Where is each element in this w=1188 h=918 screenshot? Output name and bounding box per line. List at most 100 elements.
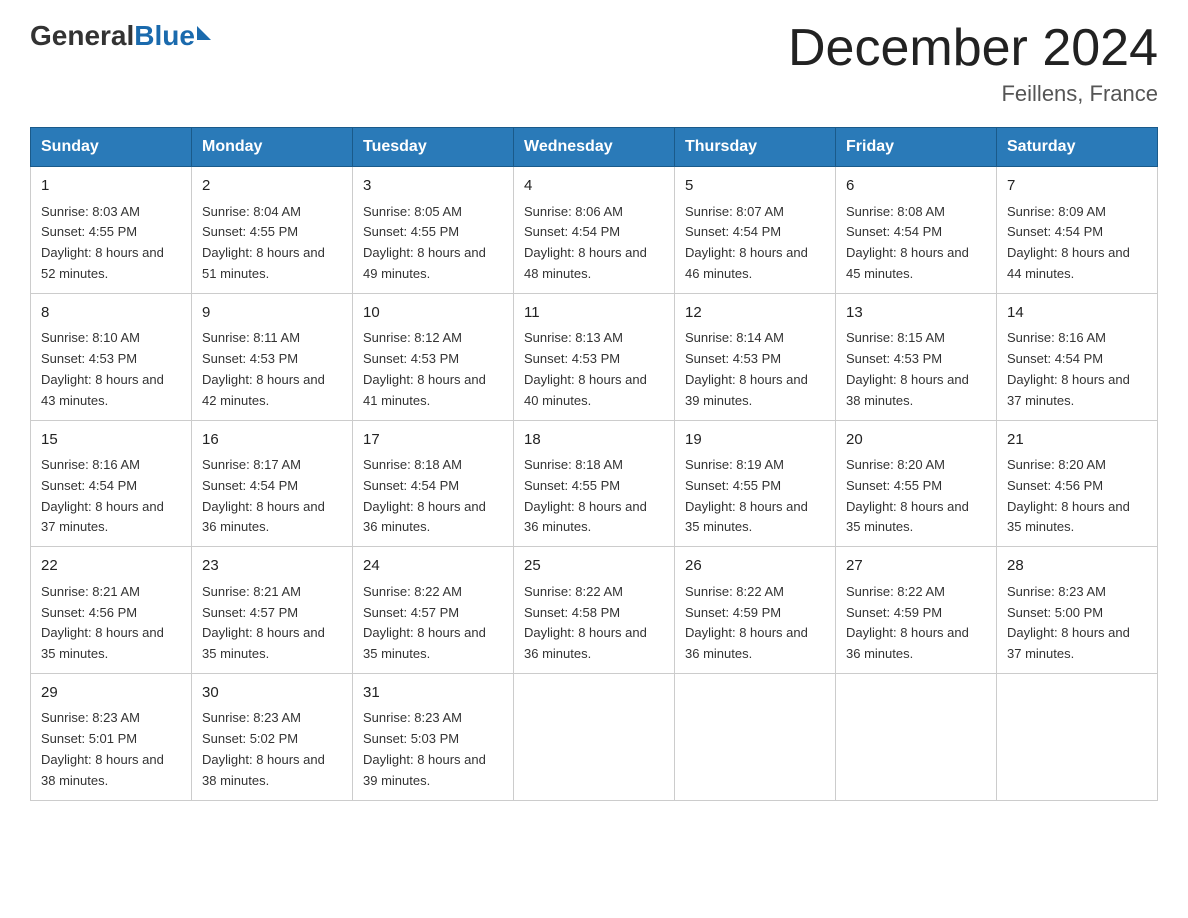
day-info: Sunrise: 8:17 AMSunset: 4:54 PMDaylight:… <box>202 455 342 538</box>
calendar-header: Sunday Monday Tuesday Wednesday Thursday… <box>31 128 1158 167</box>
calendar-week-row: 8 Sunrise: 8:10 AMSunset: 4:53 PMDaylight… <box>31 293 1158 420</box>
calendar-day-cell: 18 Sunrise: 8:18 AMSunset: 4:55 PMDayligh… <box>514 420 675 547</box>
calendar-day-cell: 24 Sunrise: 8:22 AMSunset: 4:57 PMDayligh… <box>353 547 514 674</box>
day-info: Sunrise: 8:16 AMSunset: 4:54 PMDaylight:… <box>41 455 181 538</box>
day-number: 17 <box>363 429 503 452</box>
calendar-table: Sunday Monday Tuesday Wednesday Thursday… <box>30 127 1158 800</box>
day-info: Sunrise: 8:08 AMSunset: 4:54 PMDaylight:… <box>846 202 986 285</box>
calendar-day-cell: 7 Sunrise: 8:09 AMSunset: 4:54 PMDaylight… <box>997 167 1158 294</box>
day-info: Sunrise: 8:03 AMSunset: 4:55 PMDaylight:… <box>41 202 181 285</box>
calendar-day-cell: 20 Sunrise: 8:20 AMSunset: 4:55 PMDayligh… <box>836 420 997 547</box>
calendar-day-cell: 9 Sunrise: 8:11 AMSunset: 4:53 PMDaylight… <box>192 293 353 420</box>
calendar-day-cell: 6 Sunrise: 8:08 AMSunset: 4:54 PMDaylight… <box>836 167 997 294</box>
day-info: Sunrise: 8:22 AMSunset: 4:59 PMDaylight:… <box>846 582 986 665</box>
day-number: 9 <box>202 302 342 325</box>
day-number: 27 <box>846 555 986 578</box>
calendar-day-cell: 22 Sunrise: 8:21 AMSunset: 4:56 PMDayligh… <box>31 547 192 674</box>
title-section: December 2024 Feillens, France <box>788 20 1158 107</box>
day-info: Sunrise: 8:19 AMSunset: 4:55 PMDaylight:… <box>685 455 825 538</box>
logo: General Blue <box>30 20 211 52</box>
logo-triangle-icon <box>197 26 211 40</box>
calendar-body: 1Sunrise: 8:03 AMSunset: 4:55 PMDaylight… <box>31 167 1158 800</box>
day-number: 22 <box>41 555 181 578</box>
calendar-week-row: 22 Sunrise: 8:21 AMSunset: 4:56 PMDayligh… <box>31 547 1158 674</box>
logo-general-text: General <box>30 20 134 52</box>
header-wednesday: Wednesday <box>514 128 675 167</box>
calendar-day-cell: 10Sunrise: 8:12 AMSunset: 4:53 PMDayligh… <box>353 293 514 420</box>
day-number: 31 <box>363 682 503 705</box>
calendar-day-cell <box>514 673 675 800</box>
header-monday: Monday <box>192 128 353 167</box>
day-info: Sunrise: 8:23 AMSunset: 5:02 PMDaylight:… <box>202 708 342 791</box>
day-info: Sunrise: 8:10 AMSunset: 4:53 PMDaylight:… <box>41 328 181 411</box>
location-label: Feillens, France <box>788 81 1158 107</box>
day-info: Sunrise: 8:21 AMSunset: 4:57 PMDaylight:… <box>202 582 342 665</box>
day-number: 6 <box>846 175 986 198</box>
header-thursday: Thursday <box>675 128 836 167</box>
day-info: Sunrise: 8:22 AMSunset: 4:58 PMDaylight:… <box>524 582 664 665</box>
header-friday: Friday <box>836 128 997 167</box>
day-number: 3 <box>363 175 503 198</box>
calendar-day-cell: 27 Sunrise: 8:22 AMSunset: 4:59 PMDayligh… <box>836 547 997 674</box>
day-info: Sunrise: 8:18 AMSunset: 4:54 PMDaylight:… <box>363 455 503 538</box>
calendar-week-row: 15 Sunrise: 8:16 AMSunset: 4:54 PMDayligh… <box>31 420 1158 547</box>
day-number: 21 <box>1007 429 1147 452</box>
day-number: 29 <box>41 682 181 705</box>
calendar-day-cell: 26Sunrise: 8:22 AMSunset: 4:59 PMDayligh… <box>675 547 836 674</box>
day-number: 30 <box>202 682 342 705</box>
calendar-day-cell: 31Sunrise: 8:23 AMSunset: 5:03 PMDayligh… <box>353 673 514 800</box>
calendar-day-cell: 3 Sunrise: 8:05 AMSunset: 4:55 PMDaylight… <box>353 167 514 294</box>
calendar-day-cell: 28Sunrise: 8:23 AMSunset: 5:00 PMDayligh… <box>997 547 1158 674</box>
calendar-day-cell: 1Sunrise: 8:03 AMSunset: 4:55 PMDaylight… <box>31 167 192 294</box>
day-number: 25 <box>524 555 664 578</box>
day-number: 16 <box>202 429 342 452</box>
day-info: Sunrise: 8:18 AMSunset: 4:55 PMDaylight:… <box>524 455 664 538</box>
page-header: General Blue December 2024 Feillens, Fra… <box>30 20 1158 107</box>
day-info: Sunrise: 8:20 AMSunset: 4:55 PMDaylight:… <box>846 455 986 538</box>
day-number: 5 <box>685 175 825 198</box>
day-number: 24 <box>363 555 503 578</box>
day-number: 19 <box>685 429 825 452</box>
month-title: December 2024 <box>788 20 1158 77</box>
day-info: Sunrise: 8:14 AMSunset: 4:53 PMDaylight:… <box>685 328 825 411</box>
calendar-day-cell: 13 Sunrise: 8:15 AMSunset: 4:53 PMDayligh… <box>836 293 997 420</box>
day-number: 7 <box>1007 175 1147 198</box>
logo-blue-part: Blue <box>134 20 211 52</box>
day-number: 20 <box>846 429 986 452</box>
day-number: 11 <box>524 302 664 325</box>
day-number: 13 <box>846 302 986 325</box>
calendar-week-row: 1Sunrise: 8:03 AMSunset: 4:55 PMDaylight… <box>31 167 1158 294</box>
calendar-day-cell: 16 Sunrise: 8:17 AMSunset: 4:54 PMDayligh… <box>192 420 353 547</box>
day-info: Sunrise: 8:21 AMSunset: 4:56 PMDaylight:… <box>41 582 181 665</box>
day-info: Sunrise: 8:20 AMSunset: 4:56 PMDaylight:… <box>1007 455 1147 538</box>
day-info: Sunrise: 8:23 AMSunset: 5:00 PMDaylight:… <box>1007 582 1147 665</box>
header-row: Sunday Monday Tuesday Wednesday Thursday… <box>31 128 1158 167</box>
calendar-day-cell <box>997 673 1158 800</box>
calendar-day-cell: 21 Sunrise: 8:20 AMSunset: 4:56 PMDayligh… <box>997 420 1158 547</box>
day-number: 15 <box>41 429 181 452</box>
day-number: 4 <box>524 175 664 198</box>
day-info: Sunrise: 8:09 AMSunset: 4:54 PMDaylight:… <box>1007 202 1147 285</box>
header-sunday: Sunday <box>31 128 192 167</box>
calendar-day-cell: 2Sunrise: 8:04 AMSunset: 4:55 PMDaylight… <box>192 167 353 294</box>
calendar-day-cell: 8 Sunrise: 8:10 AMSunset: 4:53 PMDaylight… <box>31 293 192 420</box>
calendar-day-cell: 30 Sunrise: 8:23 AMSunset: 5:02 PMDayligh… <box>192 673 353 800</box>
day-number: 26 <box>685 555 825 578</box>
calendar-day-cell: 19 Sunrise: 8:19 AMSunset: 4:55 PMDayligh… <box>675 420 836 547</box>
calendar-day-cell: 23Sunrise: 8:21 AMSunset: 4:57 PMDayligh… <box>192 547 353 674</box>
calendar-day-cell: 25 Sunrise: 8:22 AMSunset: 4:58 PMDayligh… <box>514 547 675 674</box>
day-info: Sunrise: 8:04 AMSunset: 4:55 PMDaylight:… <box>202 202 342 285</box>
calendar-week-row: 29Sunrise: 8:23 AMSunset: 5:01 PMDayligh… <box>31 673 1158 800</box>
day-info: Sunrise: 8:22 AMSunset: 4:57 PMDaylight:… <box>363 582 503 665</box>
day-info: Sunrise: 8:05 AMSunset: 4:55 PMDaylight:… <box>363 202 503 285</box>
calendar-day-cell: 5Sunrise: 8:07 AMSunset: 4:54 PMDaylight… <box>675 167 836 294</box>
day-info: Sunrise: 8:13 AMSunset: 4:53 PMDaylight:… <box>524 328 664 411</box>
calendar-day-cell: 14Sunrise: 8:16 AMSunset: 4:54 PMDayligh… <box>997 293 1158 420</box>
day-info: Sunrise: 8:11 AMSunset: 4:53 PMDaylight:… <box>202 328 342 411</box>
day-number: 18 <box>524 429 664 452</box>
day-number: 8 <box>41 302 181 325</box>
calendar-day-cell: 11 Sunrise: 8:13 AMSunset: 4:53 PMDayligh… <box>514 293 675 420</box>
calendar-day-cell: 29Sunrise: 8:23 AMSunset: 5:01 PMDayligh… <box>31 673 192 800</box>
day-info: Sunrise: 8:15 AMSunset: 4:53 PMDaylight:… <box>846 328 986 411</box>
day-info: Sunrise: 8:12 AMSunset: 4:53 PMDaylight:… <box>363 328 503 411</box>
